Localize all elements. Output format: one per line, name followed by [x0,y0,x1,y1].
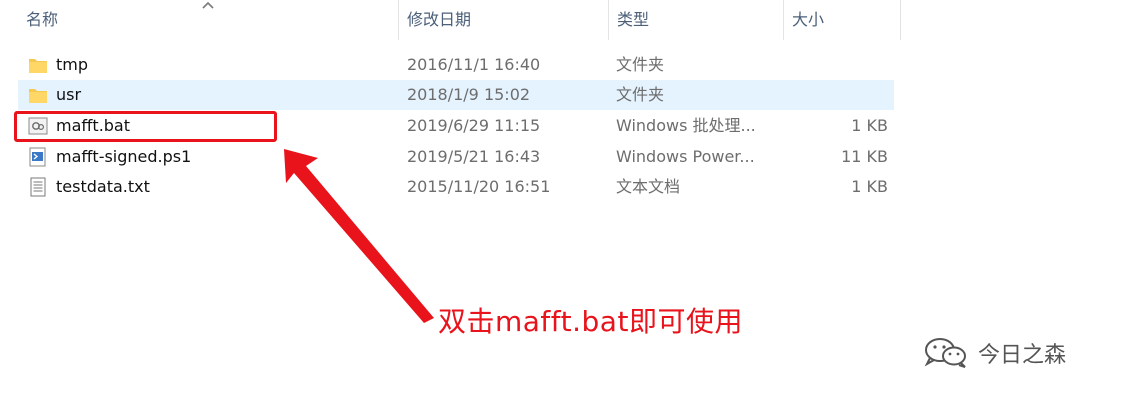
file-type: Windows 批处理... [616,116,756,135]
text-file-icon [30,177,46,197]
file-size: 1 KB [851,177,888,196]
file-type: 文本文档 [616,177,681,196]
file-name: mafft-signed.ps1 [56,147,192,166]
file-name: usr [56,85,82,104]
file-size: 11 KB [841,147,888,166]
file-name: testdata.txt [56,177,150,196]
file-row-tmp[interactable]: tmp 2016/11/1 16:40 文件夹 [18,50,894,80]
file-type: Windows Power... [616,147,755,166]
annotation-text: 双击mafft.bat即可使用 [438,305,743,338]
file-row-usr[interactable]: usr 2018/1/9 15:02 文件夹 [18,80,894,110]
column-header-bar: 名称 修改日期 类型 大小 [0,0,1125,40]
file-type: 文件夹 [616,85,665,104]
folder-icon [29,59,47,73]
file-name: tmp [56,55,89,74]
file-size: 1 KB [851,116,888,135]
file-date: 2019/6/29 11:15 [407,116,541,135]
highlight-box [14,111,277,142]
file-row-mafft-signed-ps1[interactable]: mafft-signed.ps1 2019/5/21 16:43 Windows… [18,142,894,172]
watermark-text: 今日之森 [978,343,1067,368]
file-date: 2015/11/20 16:51 [407,177,551,196]
folder-icon [29,89,47,103]
column-header-date-modified[interactable]: 修改日期 [398,0,608,40]
watermark: 今日之森 [922,335,1066,371]
column-header-name[interactable]: 名称 [18,0,398,40]
column-header-size[interactable]: 大小 [783,0,901,40]
file-date: 2018/1/9 15:02 [407,85,531,104]
wechat-icon [924,338,966,368]
file-date: 2019/5/21 16:43 [407,147,541,166]
powershell-script-icon [29,147,46,167]
file-row-testdata-txt[interactable]: testdata.txt 2015/11/20 16:51 文本文档 1 KB [18,172,894,202]
file-date: 2016/11/1 16:40 [407,55,541,74]
file-type: 文件夹 [616,55,665,74]
column-header-type[interactable]: 类型 [608,0,783,40]
